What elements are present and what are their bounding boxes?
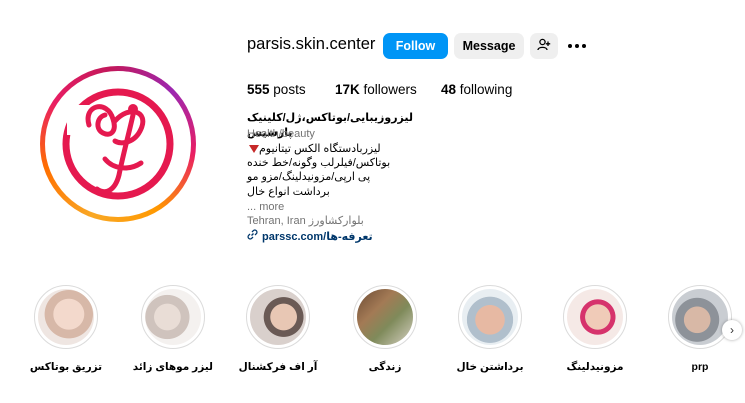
posts-stat: 555 posts [247,82,306,97]
suggest-user-button[interactable] [530,33,558,59]
chevron-right-icon: › [730,323,734,337]
highlight-label: مزونیدلینگ [566,361,624,373]
highlight-cover [458,285,522,349]
red-triangle-icon [249,145,259,154]
add-user-icon [537,38,551,55]
highlight-item[interactable]: مزونیدلینگ [555,285,635,373]
highlight-cover [34,285,98,349]
followers-count: 17K [335,82,360,97]
avatar-logo [45,71,191,217]
highlight-cover [246,285,310,349]
profile-website-link[interactable]: parssc.com/تعرفه-ها [247,229,447,245]
highlight-label: لیزر موهای زائد [132,361,213,373]
highlight-item[interactable]: آر اف فرکشنال [238,285,318,373]
more-options-icon[interactable] [566,37,588,55]
highlight-image [672,289,728,345]
username: parsis.skin.center [247,35,376,53]
follow-button[interactable]: Follow [383,33,448,59]
highlight-image [567,289,623,345]
highlight-cover [353,285,417,349]
highlight-cover [563,285,627,349]
profile-location: Tehran, Iran بلوارکشاورز [247,215,364,227]
website-link-text: parssc.com/تعرفه-ها [262,230,373,243]
bio-line: بوتاکس/فیلرلب وگونه/خط خنده [247,157,391,169]
bio-line: برداشت انواع خال [247,186,330,198]
highlights-next-button[interactable]: › [722,320,742,340]
highlight-item[interactable]: برداشتن خال [450,285,530,373]
following-label: following [459,82,513,97]
following-count: 48 [441,82,457,97]
highlight-image [462,289,518,345]
bio-line-text: لیزربادستگاه الکس تیتانیوم [259,143,381,155]
bio-line: لیزربادستگاه الکس تیتانیوم [247,142,447,157]
highlight-cover [141,285,205,349]
profile-avatar[interactable] [40,66,196,222]
highlight-image [357,289,413,345]
highlight-label: زندگی [368,361,402,373]
followers-label: followers [363,82,417,97]
following-stat[interactable]: 48 following [441,82,512,97]
profile-category: Health/beauty [247,128,315,140]
followers-stat[interactable]: 17K followers [335,82,417,97]
message-button[interactable]: Message [454,33,524,59]
highlight-label: برداشتن خال [456,361,524,373]
highlight-item[interactable]: زندگی [345,285,425,373]
link-icon [247,229,258,245]
highlight-label: تزریق بوتاکس [29,361,103,373]
posts-label: posts [273,82,306,97]
highlight-cover [668,285,732,349]
highlight-item[interactable]: تزریق بوتاکس [26,285,106,373]
posts-count: 555 [247,82,270,97]
highlight-item[interactable]: لیزر موهای زائد [133,285,213,373]
highlight-image [38,289,94,345]
highlight-label: prp [691,361,709,373]
highlight-image [250,289,306,345]
highlight-label: آر اف فرکشنال [238,361,318,373]
highlight-image [145,289,201,345]
bio-line: پی ارپی/مزونیدلینگ/مزو مو [247,171,371,183]
bio-more-link[interactable]: ... more [247,200,447,215]
